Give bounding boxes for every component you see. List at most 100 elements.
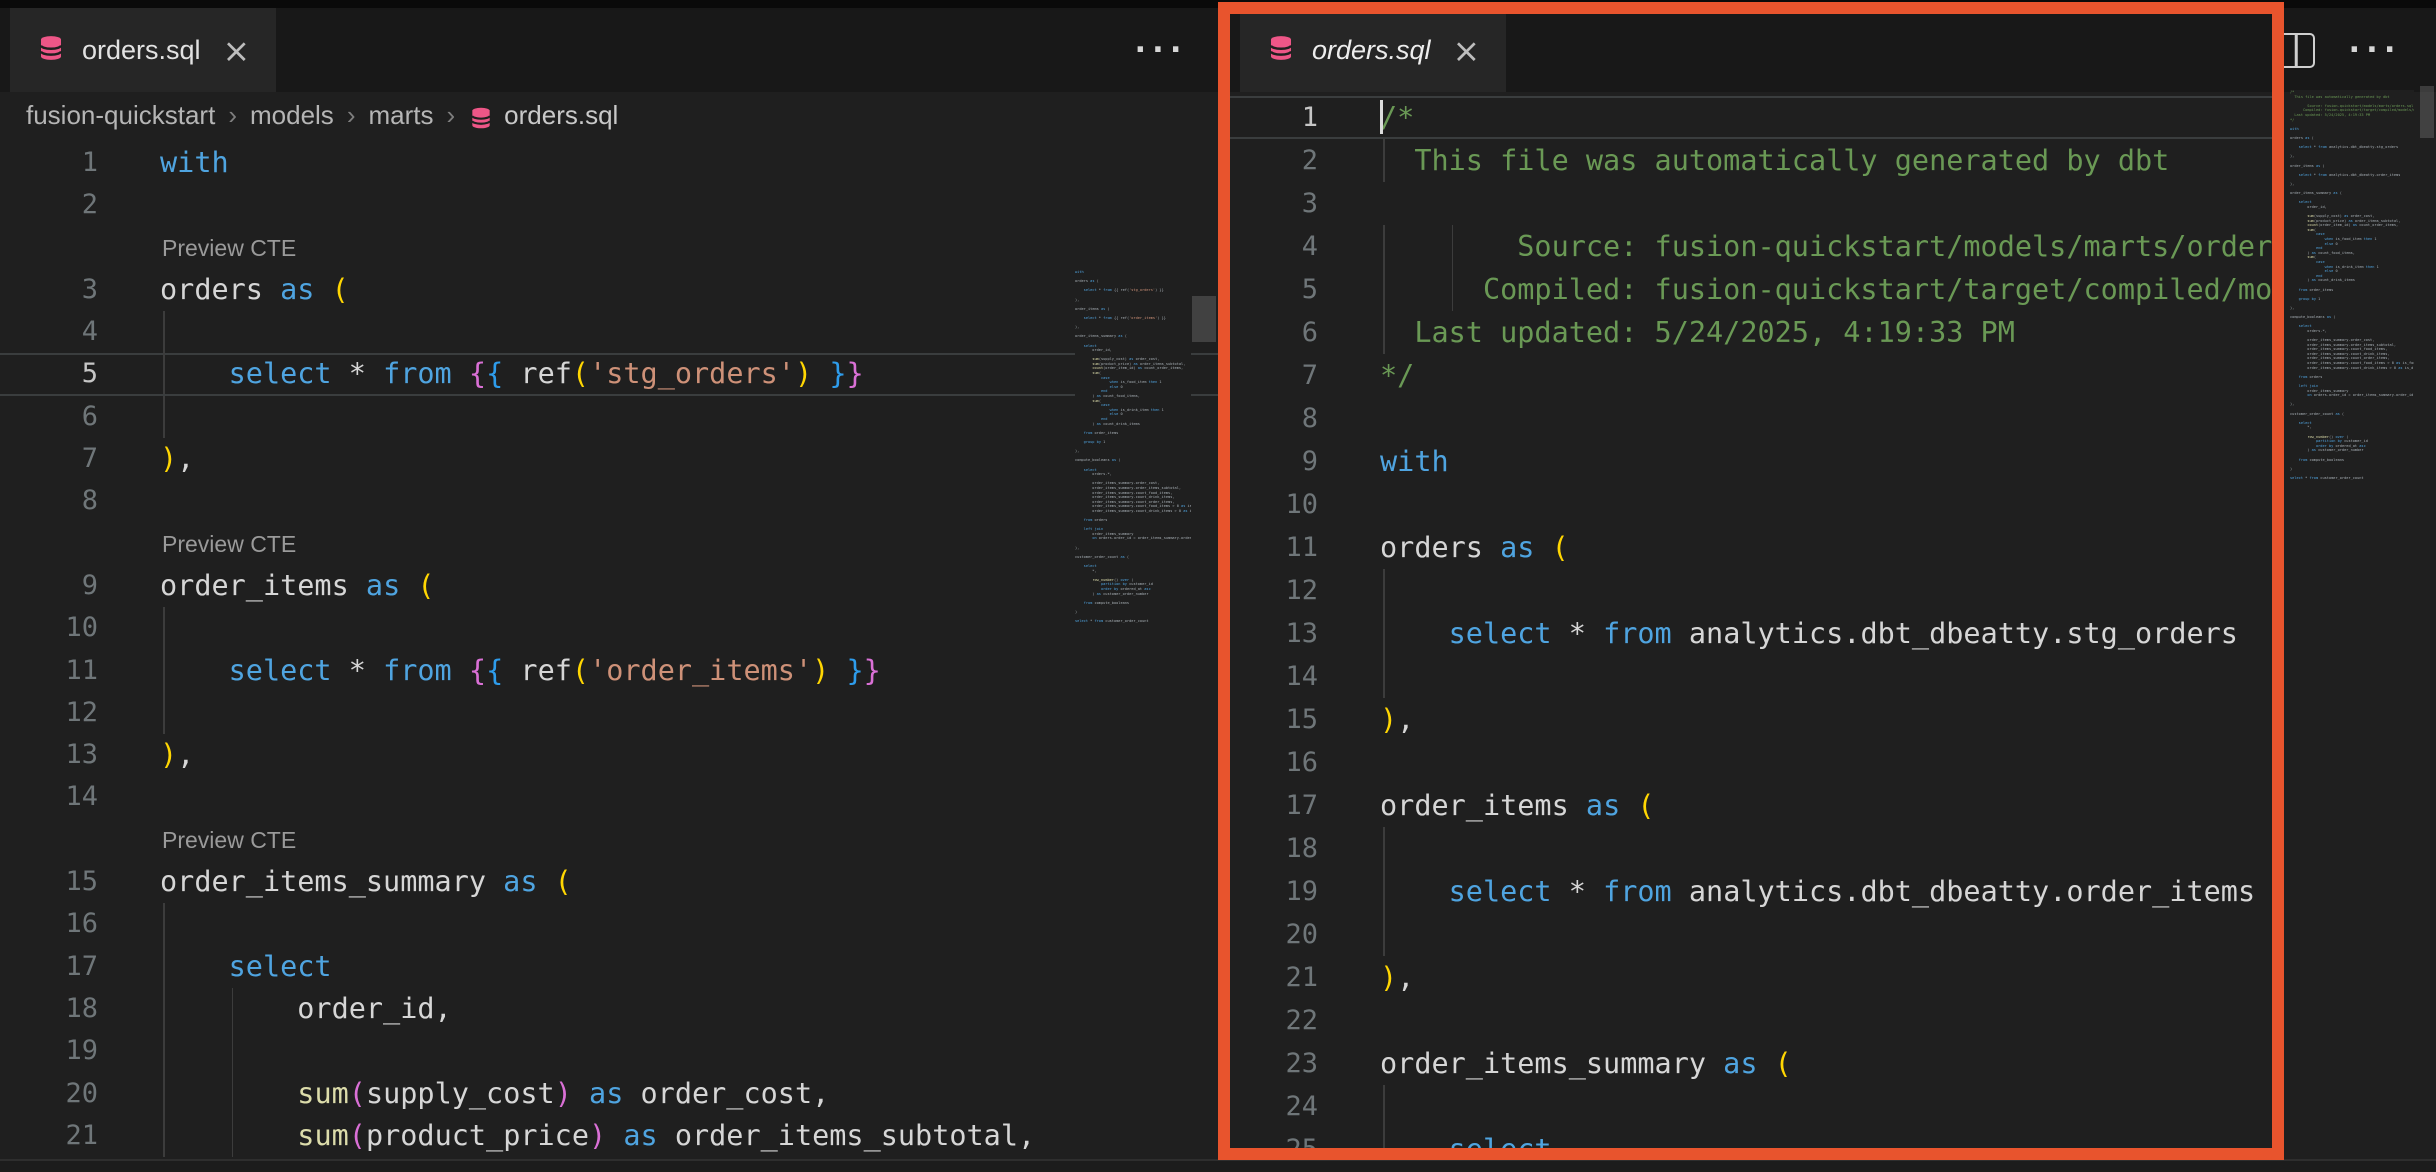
code-line[interactable]: 1/* [1230, 96, 2276, 139]
line-number: 1 [1230, 96, 1318, 139]
breadcrumb-item[interactable]: fusion-quickstart [26, 100, 215, 130]
code-text: order_id, [160, 988, 452, 1030]
code-text: Source: fusion-quickstart/models/marts/o… [1380, 225, 2276, 268]
split-editor-icon[interactable] [2277, 33, 2315, 68]
line-number: 5 [0, 353, 98, 395]
scrollbar-thumb-left[interactable] [1192, 296, 1216, 342]
code-text: orders as ( [1380, 526, 1569, 569]
code-line[interactable]: 13 select * from analytics.dbt_dbeatty.s… [1230, 612, 2276, 655]
line-number: 19 [0, 1030, 98, 1072]
database-icon [468, 105, 494, 131]
indent-guide [1383, 655, 1385, 698]
code-line[interactable]: 15), [1230, 698, 2276, 741]
code-text: order_items_summary as ( [1380, 1042, 1792, 1085]
breadcrumb-separator-icon: › [228, 100, 237, 130]
code-line[interactable]: 6 [0, 396, 1218, 438]
breadcrumb-item[interactable]: marts [368, 100, 433, 130]
code-line[interactable]: 19 select * from analytics.dbt_dbeatty.o… [1230, 870, 2276, 913]
code-line[interactable]: 4 [0, 311, 1218, 353]
code-line[interactable]: 14 [1230, 655, 2276, 698]
code-line[interactable]: 16 [1230, 741, 2276, 784]
codelens-preview-cte[interactable]: Preview CTE [162, 523, 296, 565]
close-tab-icon[interactable]: × [1453, 34, 1481, 67]
tab-orders-sql-preview[interactable]: orders.sql × [1240, 8, 1506, 92]
code-line[interactable]: 21 sum(product_price) as order_items_sub… [0, 1115, 1218, 1157]
breadcrumb-separator-icon: › [446, 100, 455, 130]
code-line[interactable]: 2 This file was automatically generated … [1230, 139, 2276, 182]
line-number: 18 [1230, 827, 1318, 870]
line-number: 19 [1230, 870, 1318, 913]
tabbar-right: orders.sql × ··· [1218, 8, 2436, 92]
code-text: select * from {{ ref('order_items') }} [160, 650, 881, 692]
code-text: select [1380, 1128, 1552, 1160]
code-line[interactable]: 25 select [1230, 1128, 2276, 1160]
code-line[interactable]: 19 [0, 1030, 1218, 1072]
code-line[interactable]: 3orders as ( [0, 269, 1218, 311]
database-icon [1266, 33, 1296, 68]
code-area-compiled[interactable]: 1/*2 This file was automatically generat… [1230, 96, 2276, 1160]
breadcrumb-item[interactable]: models [250, 100, 334, 130]
codelens-preview-cte[interactable]: Preview CTE [162, 227, 296, 269]
code-line[interactable]: 10 [0, 607, 1218, 649]
code-line[interactable]: 14 [0, 776, 1218, 818]
code-line[interactable]: 6 Last updated: 5/24/2025, 4:19:33 PM [1230, 311, 2276, 354]
code-line[interactable]: 11 select * from {{ ref('order_items') }… [0, 650, 1218, 692]
indent-guide [163, 396, 165, 438]
line-number: 9 [1230, 440, 1318, 483]
indent-guide [163, 311, 165, 353]
line-number: 20 [0, 1073, 98, 1115]
code-line[interactable]: 13), [0, 734, 1218, 776]
code-line[interactable]: 16 [0, 903, 1218, 945]
code-text: sum(product_price) as order_items_subtot… [160, 1115, 1035, 1157]
code-line[interactable]: 17order_items as ( [1230, 784, 2276, 827]
code-line[interactable]: 18 [1230, 827, 2276, 870]
code-line[interactable]: 10 [1230, 483, 2276, 526]
code-line[interactable]: 5 Compiled: fusion-quickstart/target/com… [1230, 268, 2276, 311]
code-line[interactable]: 4 Source: fusion-quickstart/models/marts… [1230, 225, 2276, 268]
tab-label: orders.sql [1312, 35, 1431, 66]
code-line[interactable]: 11orders as ( [1230, 526, 2276, 569]
breadcrumb-file[interactable]: orders.sql [504, 100, 618, 131]
code-line[interactable]: 5 select * from {{ ref('stg_orders') }} [0, 353, 1218, 395]
code-line[interactable]: 2 [0, 184, 1218, 226]
line-number: 22 [1230, 999, 1318, 1042]
codelens-row: Preview CTE [0, 523, 1218, 565]
codelens-preview-cte[interactable]: Preview CTE [162, 819, 296, 861]
code-line[interactable]: 22 [1230, 999, 2276, 1042]
code-line[interactable]: 12 [0, 692, 1218, 734]
breadcrumb-separator-icon: › [347, 100, 356, 130]
code-line[interactable]: 3 [1230, 182, 2276, 225]
code-line[interactable]: 21), [1230, 956, 2276, 999]
code-text: select [160, 946, 332, 988]
code-line[interactable]: 12 [1230, 569, 2276, 612]
code-line[interactable]: 23order_items_summary as ( [1230, 1042, 2276, 1085]
code-line[interactable]: 24 [1230, 1085, 2276, 1128]
code-text: orders as ( [160, 269, 349, 311]
code-line[interactable]: 15order_items_summary as ( [0, 861, 1218, 903]
code-line[interactable]: 17 select [0, 946, 1218, 988]
code-line[interactable]: 8 [1230, 397, 2276, 440]
minimap-right[interactable]: /* This file was automatically generated… [2290, 90, 2414, 690]
code-line[interactable]: 20 [1230, 913, 2276, 956]
more-actions-icon[interactable]: ··· [1135, 31, 1188, 69]
code-line[interactable]: 9order_items as ( [0, 565, 1218, 607]
line-number: 8 [1230, 397, 1318, 440]
scrollbar-thumb-right[interactable] [2420, 86, 2434, 138]
close-tab-icon[interactable]: × [223, 34, 251, 67]
line-number: 16 [1230, 741, 1318, 784]
line-number: 14 [0, 776, 98, 818]
minimap-left[interactable]: with orders as ( select * from {{ ref('s… [1075, 270, 1191, 870]
more-actions-icon[interactable]: ··· [2349, 31, 2402, 69]
code-line[interactable]: 9 with [1230, 440, 2276, 483]
code-line[interactable]: 1with [0, 142, 1218, 184]
code-text: with [1380, 440, 1449, 483]
code-line[interactable]: 20 sum(supply_cost) as order_cost, [0, 1073, 1218, 1115]
indent-guide [1383, 1085, 1385, 1128]
code-line[interactable]: 18 order_id, [0, 988, 1218, 1030]
code-line[interactable]: 7), [0, 438, 1218, 480]
code-line[interactable]: 7*/ [1230, 354, 2276, 397]
tab-orders-sql-source[interactable]: orders.sql × [10, 8, 276, 92]
editor-group-compiled: orders.sql × ··· 1/*2 This file was auto… [1218, 8, 2436, 1172]
code-area-source[interactable]: 1with2Preview CTE3orders as (45 select *… [0, 138, 1218, 1172]
code-line[interactable]: 8 [0, 480, 1218, 522]
